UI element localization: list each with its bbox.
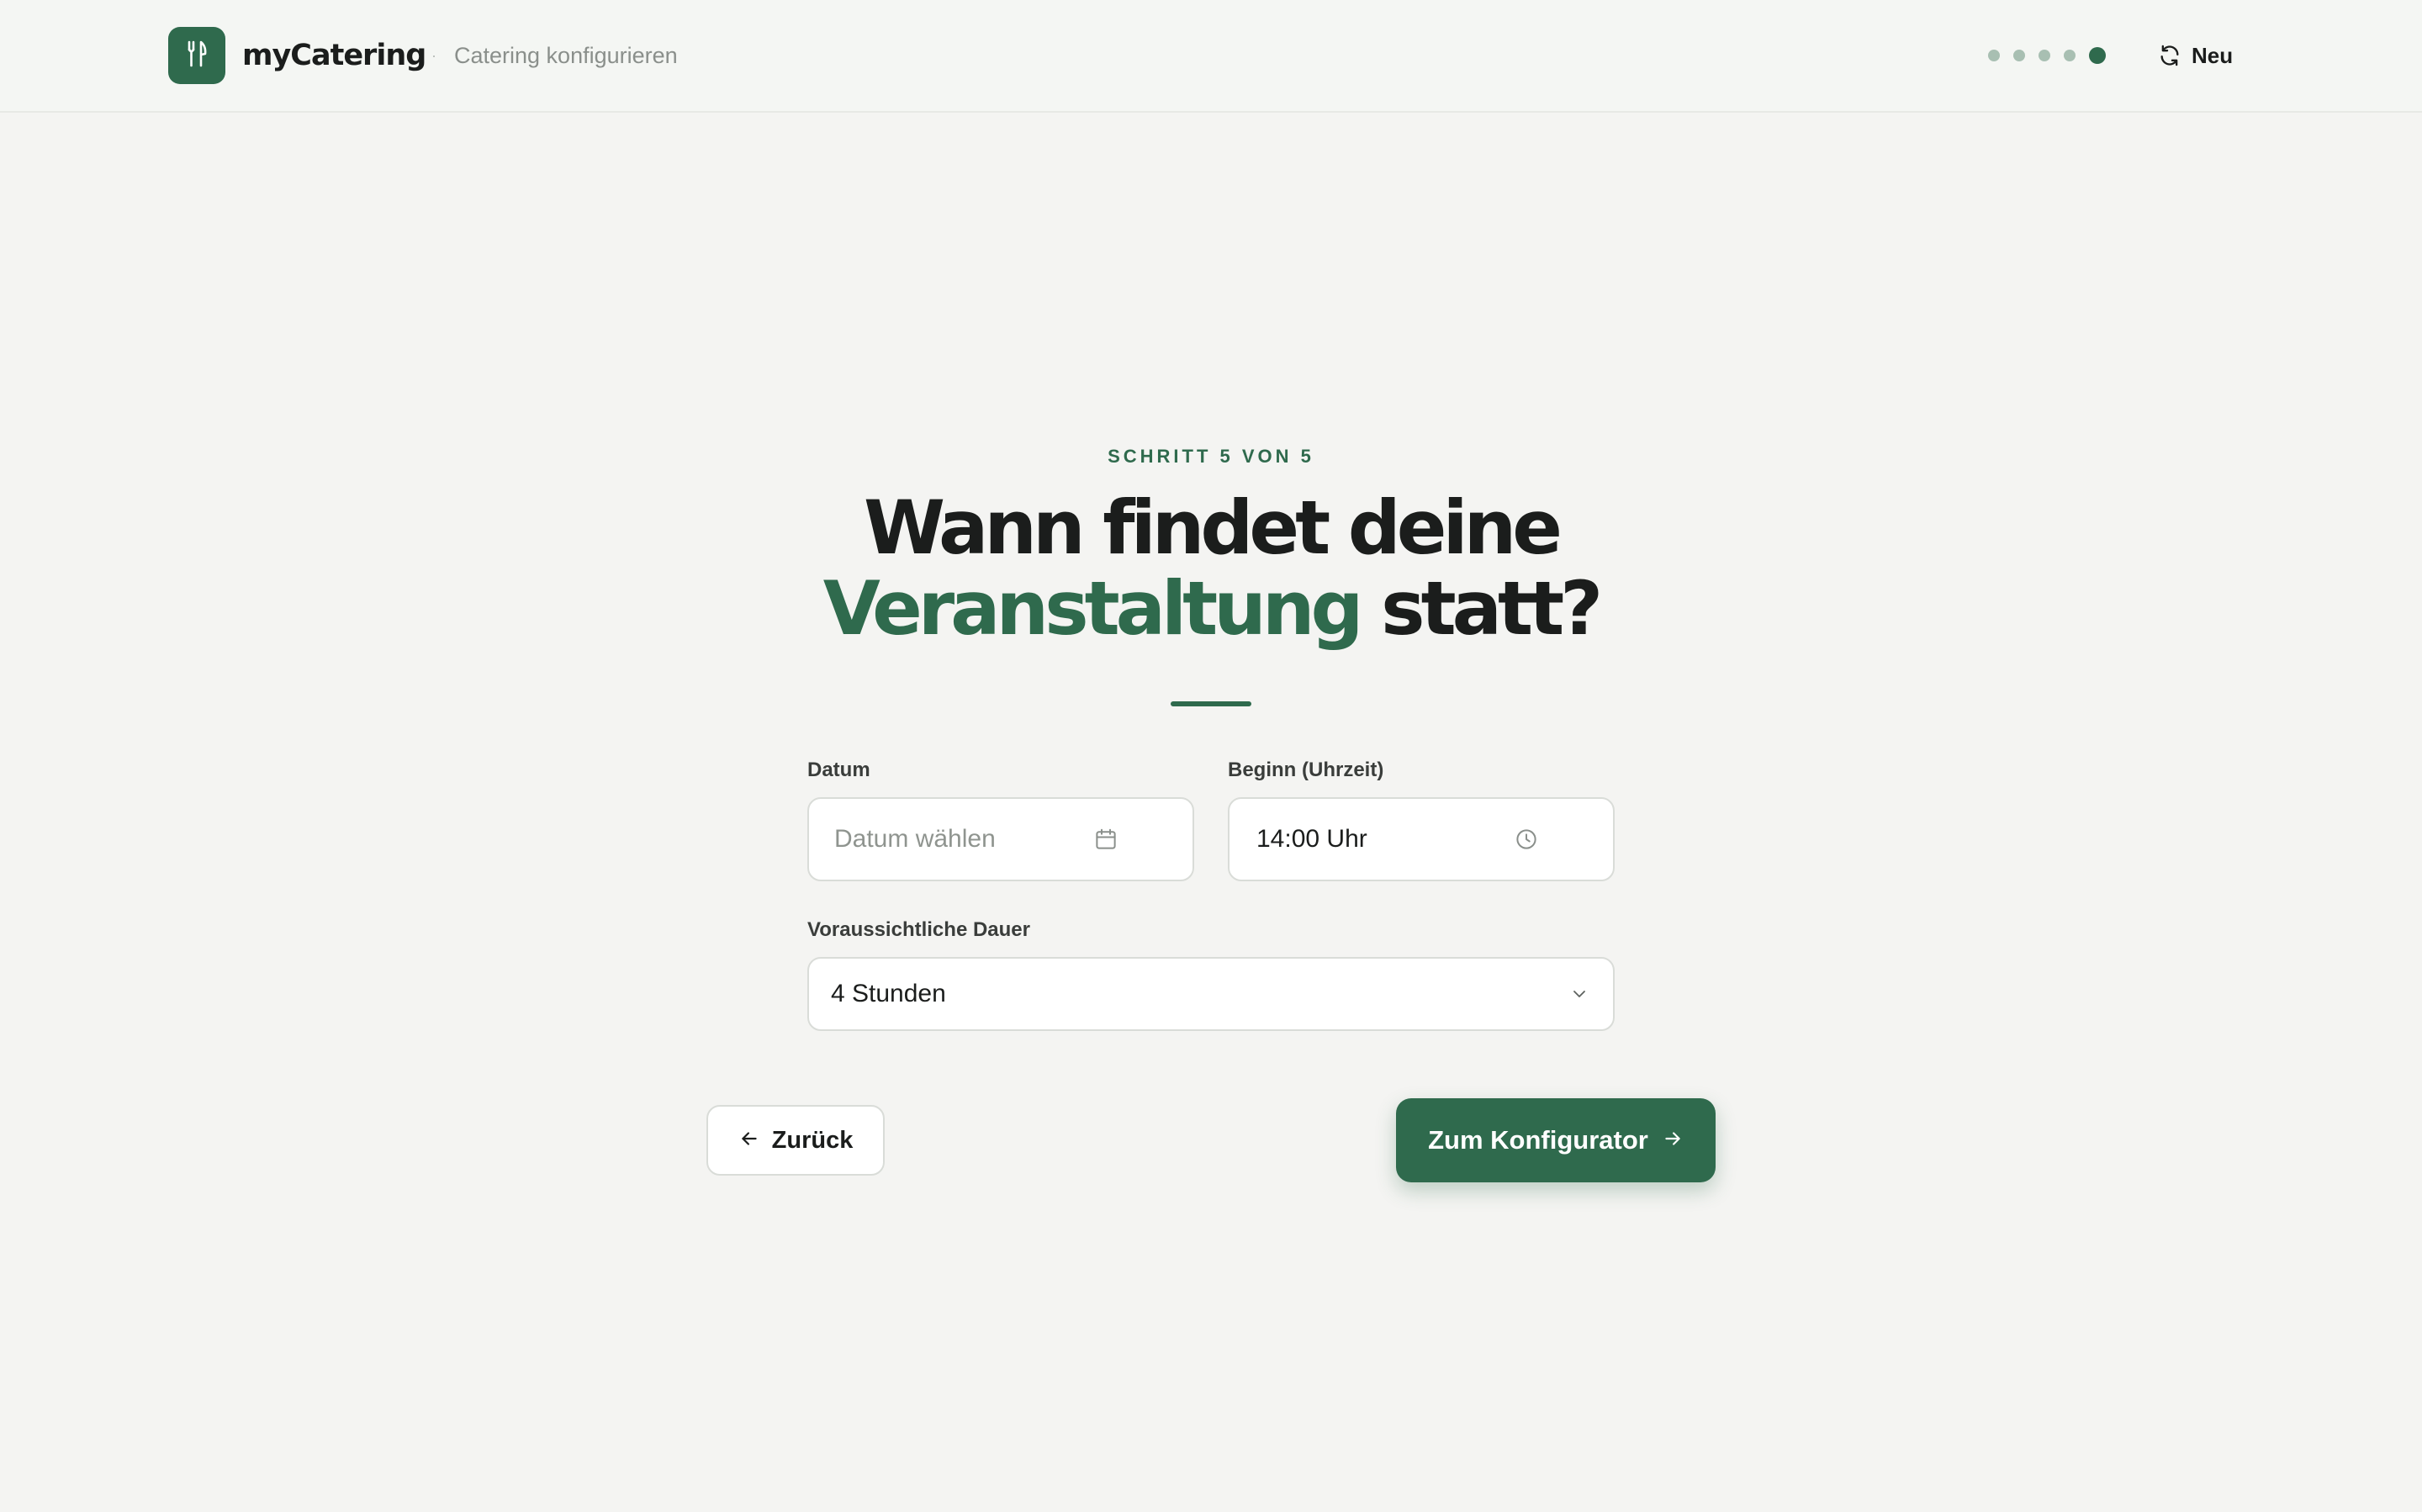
- to-configurator-button[interactable]: Zum Konfigurator: [1396, 1098, 1716, 1182]
- headline-line-1: Wann findet deine: [864, 484, 1563, 571]
- brand-separator: ·: [431, 47, 436, 64]
- progress-dot-1: [1988, 50, 2000, 61]
- date-label: Datum: [807, 759, 870, 781]
- duration-selected-value: 4 Stunden: [831, 980, 946, 1007]
- clock-icon[interactable]: [1514, 827, 1539, 852]
- progress-dot-2: [2013, 50, 2025, 61]
- duration-label: Voraussichtliche Dauer: [807, 918, 1030, 941]
- headline-rest: statt?: [1359, 565, 1603, 652]
- logo-badge[interactable]: [168, 27, 225, 84]
- arrow-right-icon: [1662, 1128, 1684, 1154]
- step-indicator: SCHRITT 5 VON 5: [1108, 446, 1314, 467]
- date-field[interactable]: Datum wählen: [807, 797, 1194, 881]
- date-placeholder: Datum wählen: [834, 825, 996, 853]
- calendar-icon[interactable]: [1093, 827, 1118, 852]
- new-button[interactable]: Neu: [2158, 37, 2233, 74]
- to-configurator-label: Zum Konfigurator: [1428, 1125, 1648, 1155]
- back-button-label: Zurück: [771, 1126, 854, 1154]
- duration-select[interactable]: 4 Stunden: [807, 957, 1615, 1031]
- top-bar: myCatering · Catering konfigurieren Neu: [0, 0, 2422, 113]
- headline-divider: [1171, 701, 1251, 706]
- back-button[interactable]: Zurück: [706, 1105, 885, 1176]
- progress-dot-4: [2064, 50, 2076, 61]
- headline-accent: Veranstaltung: [822, 565, 1364, 652]
- progress-dot-5-current: [2089, 47, 2106, 64]
- new-button-label: Neu: [2192, 42, 2234, 68]
- page-subtitle: Catering konfigurieren: [454, 43, 678, 68]
- time-field[interactable]: 14:00 Uhr: [1228, 797, 1615, 881]
- page-title: Wann findet deine Veranstaltung statt?: [0, 488, 2422, 649]
- time-label: Beginn (Uhrzeit): [1228, 759, 1384, 781]
- refresh-icon: [2158, 44, 2181, 67]
- progress-dots: [1988, 47, 2106, 64]
- headline-line-2: Veranstaltung statt?: [0, 568, 2422, 649]
- brand-name[interactable]: myCatering: [242, 30, 426, 81]
- progress-dot-3: [2039, 50, 2050, 61]
- arrow-left-icon: [738, 1128, 760, 1154]
- chevron-down-icon[interactable]: [1569, 984, 1589, 1004]
- time-value: 14:00 Uhr: [1256, 825, 1367, 853]
- fork-knife-icon: [184, 40, 209, 72]
